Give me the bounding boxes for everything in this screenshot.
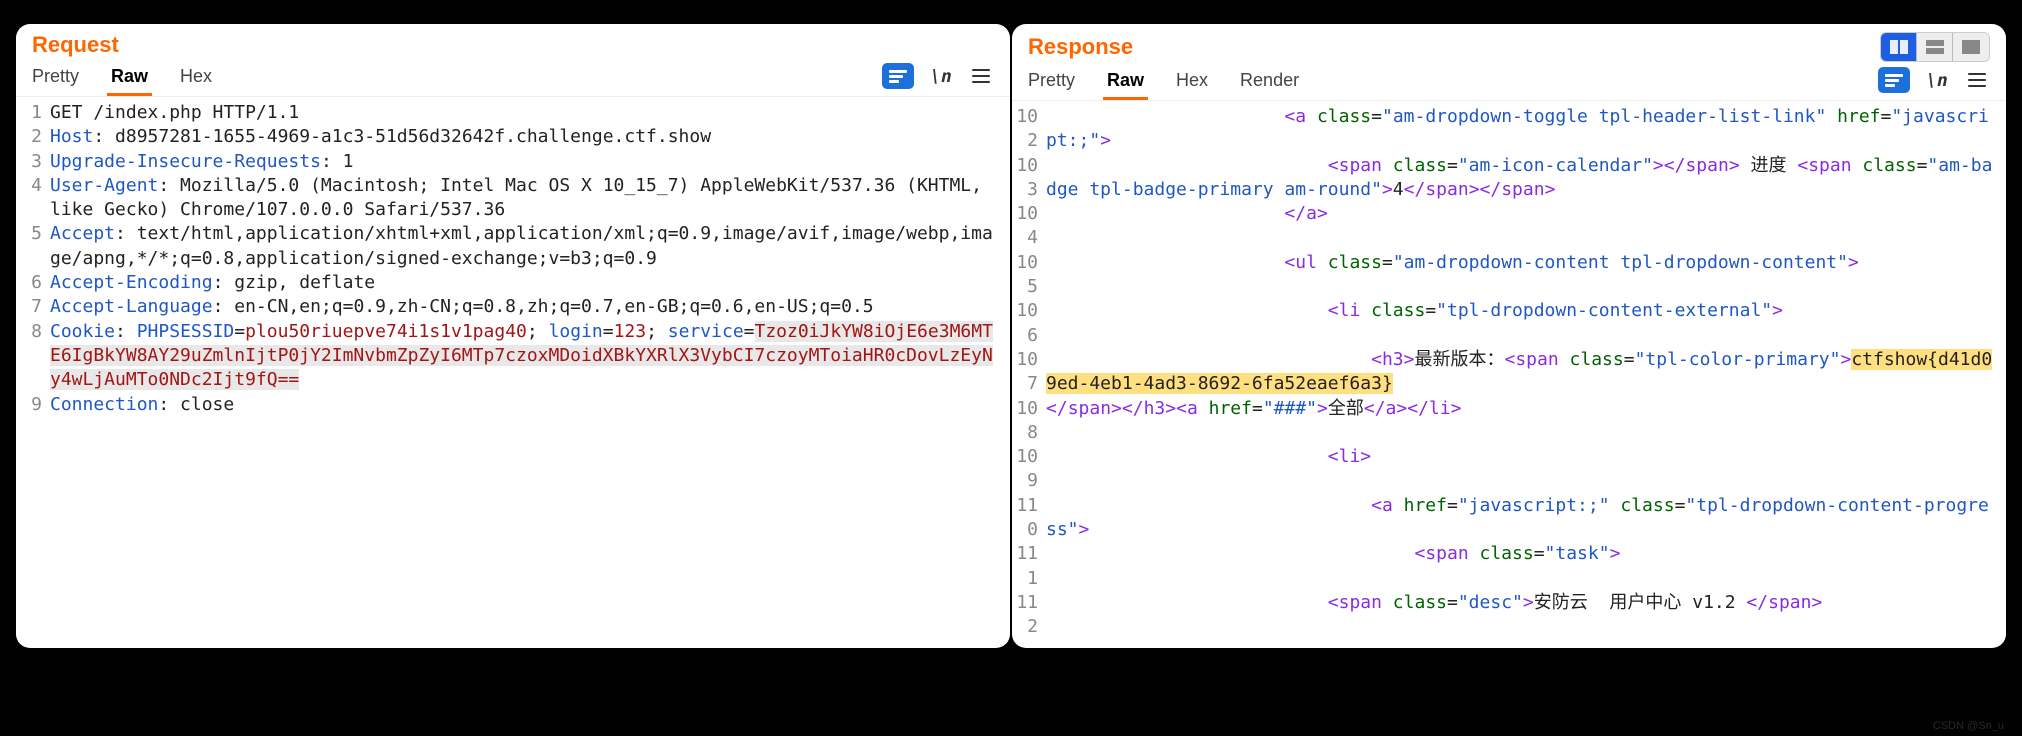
line-content[interactable]: </span></h3><a href="###">全部</a></li> <box>1046 397 1998 421</box>
request-code[interactable]: 1GET /index.php HTTP/1.12Host: d8957281-… <box>16 97 1010 648</box>
line-content[interactable]: <li class="tpl-dropdown-content-external… <box>1046 299 1998 323</box>
request-line: 2Host: d8957281-1655-4969-a1c3-51d56d326… <box>20 125 1002 149</box>
request-title: Request <box>32 32 119 58</box>
line-content[interactable]: Accept: text/html,application/xhtml+xml,… <box>50 222 1002 271</box>
line-number: 7 <box>20 295 50 319</box>
line-content[interactable]: Accept-Language: en-CN,en;q=0.9,zh-CN;q=… <box>50 295 1002 319</box>
response-code[interactable]: 102 <a class="am-dropdown-toggle tpl-hea… <box>1012 101 2006 648</box>
request-header: Request <box>16 24 1010 60</box>
request-menu-icon[interactable] <box>968 65 994 87</box>
response-tab-raw[interactable]: Raw <box>1103 66 1148 100</box>
response-tabs-row: Pretty Raw Hex Render \n <box>1012 64 2006 101</box>
line-number: 111 <box>1016 542 1046 591</box>
request-line: 5Accept: text/html,application/xhtml+xml… <box>20 222 1002 271</box>
response-line: 105 <ul class="am-dropdown-content tpl-d… <box>1016 251 1998 300</box>
line-number: 6 <box>20 271 50 295</box>
line-number: 108 <box>1016 397 1046 446</box>
line-number: 109 <box>1016 445 1046 494</box>
response-line: 110 <a href="javascript:;" class="tpl-dr… <box>1016 494 1998 543</box>
line-content[interactable]: <a href="javascript:;" class="tpl-dropdo… <box>1046 494 1998 543</box>
watermark: CSDN @Sn_u <box>1933 720 2004 732</box>
line-number: 105 <box>1016 251 1046 300</box>
line-content[interactable]: </a> <box>1046 202 1998 226</box>
response-panel: Response Pretty Raw Hex Render \n 102 <a cl… <box>1012 24 2006 648</box>
line-content[interactable]: <a class="am-dropdown-toggle tpl-header-… <box>1046 105 1998 154</box>
response-menu-icon[interactable] <box>1964 69 1990 91</box>
line-number: 5 <box>20 222 50 246</box>
response-line: 106 <li class="tpl-dropdown-content-exte… <box>1016 299 1998 348</box>
response-line: 109 <li> <box>1016 445 1998 494</box>
line-number: 3 <box>20 150 50 174</box>
layout-full-icon[interactable] <box>1953 33 1989 61</box>
line-content[interactable]: <span class="desc">安防云 用户中心 v1.2 </span> <box>1046 591 1998 615</box>
request-line: 4User-Agent: Mozilla/5.0 (Macintosh; Int… <box>20 174 1002 223</box>
request-line: 1GET /index.php HTTP/1.1 <box>20 101 1002 125</box>
layout-stack-icon[interactable] <box>1917 33 1953 61</box>
response-line: 102 <a class="am-dropdown-toggle tpl-hea… <box>1016 105 1998 154</box>
response-newline-toggle[interactable]: \n <box>1924 69 1950 91</box>
response-line: 108</span></h3><a href="###">全部</a></li> <box>1016 397 1998 446</box>
request-panel: Request Pretty Raw Hex \n 1GET /index.php … <box>16 24 1010 648</box>
response-line: 112 <span class="desc">安防云 用户中心 v1.2 </s… <box>1016 591 1998 640</box>
request-tab-pretty[interactable]: Pretty <box>28 62 83 96</box>
response-line: 103 <span class="am-icon-calendar"></spa… <box>1016 154 1998 203</box>
response-header: Response <box>1012 24 2006 64</box>
split-workspace: Request Pretty Raw Hex \n 1GET /index.php … <box>0 0 2022 652</box>
response-line: 111 <span class="task"> <box>1016 542 1998 591</box>
line-number: 4 <box>20 174 50 198</box>
request-line: 6Accept-Encoding: gzip, deflate <box>20 271 1002 295</box>
line-content[interactable]: <span class="task"> <box>1046 542 1998 566</box>
request-tab-raw[interactable]: Raw <box>107 62 152 96</box>
response-line: 104 </a> <box>1016 202 1998 251</box>
line-content[interactable]: <h3>最新版本：<span class="tpl-color-primary"… <box>1046 348 1998 397</box>
line-content[interactable]: <li> <box>1046 445 1998 469</box>
line-number: 2 <box>20 125 50 149</box>
request-newline-toggle[interactable]: \n <box>928 65 954 87</box>
line-content[interactable]: Host: d8957281-1655-4969-a1c3-51d56d3264… <box>50 125 1002 149</box>
line-number: 112 <box>1016 591 1046 640</box>
line-content[interactable]: Cookie: PHPSESSID=plou50riuepve74i1s1v1p… <box>50 320 1002 393</box>
line-content[interactable]: <ul class="am-dropdown-content tpl-dropd… <box>1046 251 1998 275</box>
line-number: 1 <box>20 101 50 125</box>
layout-toggle[interactable] <box>1880 32 1990 62</box>
response-tab-pretty[interactable]: Pretty <box>1024 66 1079 100</box>
line-number: 102 <box>1016 105 1046 154</box>
response-tab-hex[interactable]: Hex <box>1172 66 1212 100</box>
line-number: 8 <box>20 320 50 344</box>
request-line: 7Accept-Language: en-CN,en;q=0.9,zh-CN;q… <box>20 295 1002 319</box>
line-number: 106 <box>1016 299 1046 348</box>
line-number: 104 <box>1016 202 1046 251</box>
line-number: 9 <box>20 393 50 417</box>
line-number: 110 <box>1016 494 1046 543</box>
request-actions-icon[interactable] <box>882 63 914 89</box>
request-line: 9Connection: close <box>20 393 1002 417</box>
response-tab-render[interactable]: Render <box>1236 66 1303 100</box>
line-content[interactable]: Connection: close <box>50 393 1002 417</box>
line-content[interactable]: Upgrade-Insecure-Requests: 1 <box>50 150 1002 174</box>
line-content[interactable]: User-Agent: Mozilla/5.0 (Macintosh; Inte… <box>50 174 1002 223</box>
request-line: 8Cookie: PHPSESSID=plou50riuepve74i1s1v1… <box>20 320 1002 393</box>
request-tab-hex[interactable]: Hex <box>176 62 216 96</box>
line-content[interactable]: <span class="am-icon-calendar"></span> 进… <box>1046 154 1998 203</box>
response-actions-icon[interactable] <box>1878 67 1910 93</box>
line-content[interactable]: Accept-Encoding: gzip, deflate <box>50 271 1002 295</box>
request-tabs-row: Pretty Raw Hex \n <box>16 60 1010 97</box>
line-number: 107 <box>1016 348 1046 397</box>
request-line: 3Upgrade-Insecure-Requests: 1 <box>20 150 1002 174</box>
response-title: Response <box>1028 34 1133 60</box>
layout-split-icon[interactable] <box>1881 33 1917 61</box>
line-number: 103 <box>1016 154 1046 203</box>
response-line: 107 <h3>最新版本：<span class="tpl-color-prim… <box>1016 348 1998 397</box>
line-content[interactable]: GET /index.php HTTP/1.1 <box>50 101 1002 125</box>
